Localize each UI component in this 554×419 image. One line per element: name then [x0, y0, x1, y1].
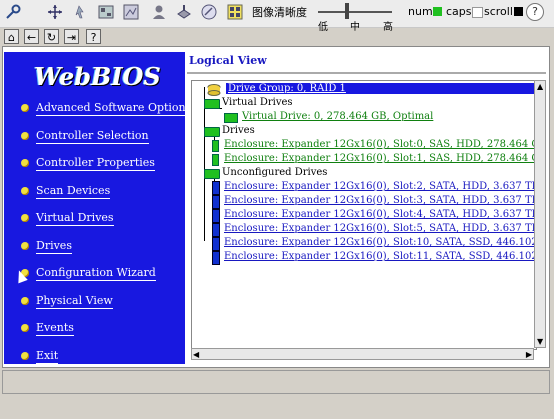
- tree-row-drives[interactable]: Drives: [202, 124, 255, 137]
- bullet-icon: [21, 132, 29, 140]
- tree-row-drive-slot-1[interactable]: Enclosure: Expander 12Gx16(0), Slot:1, S…: [212, 152, 536, 166]
- tree-row-unconfigured-slot-5[interactable]: Enclosure: Expander 12Gx16(0), Slot:5, S…: [212, 222, 537, 237]
- bullet-icon: [21, 352, 29, 360]
- bullet-icon: [21, 214, 29, 222]
- menu-events[interactable]: Events: [21, 320, 74, 336]
- question-icon[interactable]: ?: [86, 29, 101, 44]
- menu-controller-properties[interactable]: Controller Properties: [21, 155, 155, 171]
- disk-icon: [212, 180, 222, 195]
- virtual-drive-icon: [222, 112, 240, 123]
- horizontal-scrollbar[interactable]: ◀ ▶: [191, 348, 534, 360]
- pointer-icon[interactable]: [72, 3, 90, 21]
- move-icon[interactable]: [46, 3, 64, 21]
- logical-tree: Drive Group: 0, RAID 1 Virtual Drives Vi…: [191, 80, 537, 350]
- vertical-scrollbar[interactable]: ▲ ▼: [534, 80, 546, 348]
- quality-slider-thumb[interactable]: [345, 3, 349, 19]
- num-lock-indicator: [433, 7, 442, 16]
- menu-drives[interactable]: Drives: [21, 238, 72, 254]
- tree-label: Enclosure: Expander 12Gx16(0), Slot:10, …: [224, 237, 537, 248]
- tree-label: Drive Group: 0, RAID 1: [226, 83, 536, 94]
- status-bar: [2, 370, 550, 394]
- menu-virtual-drives[interactable]: Virtual Drives: [21, 210, 114, 226]
- disk-icon: [212, 236, 222, 251]
- bullet-icon: [21, 324, 29, 332]
- tree-label: Enclosure: Expander 12Gx16(0), Slot:2, S…: [224, 181, 537, 192]
- menu-exit[interactable]: Exit: [21, 348, 59, 364]
- menu-controller-selection[interactable]: Controller Selection: [21, 128, 149, 144]
- drive-group-icon: [206, 83, 224, 96]
- logical-view-panel: Logical View Drive Group: 0, RAID 1 Virt…: [187, 52, 546, 364]
- panel-title: Logical View: [189, 54, 267, 67]
- disk-icon: [212, 250, 222, 265]
- help-icon[interactable]: ?: [526, 3, 544, 21]
- menu-configuration-wizard[interactable]: Configuration Wizard: [21, 265, 156, 281]
- toolbar: 图像清晰度 低 中 高 num caps scroll ?: [0, 0, 554, 33]
- webbios-logo: WebBIOS: [34, 62, 161, 91]
- bullet-icon: [21, 187, 29, 195]
- screenshot-icon[interactable]: [122, 3, 140, 21]
- image-quality-label: 图像清晰度: [252, 6, 307, 19]
- tree-label: Enclosure: Expander 12Gx16(0), Slot:0, S…: [224, 139, 536, 150]
- scroll-lock-label: scroll: [484, 5, 513, 18]
- caps-lock-indicator: [472, 7, 483, 18]
- num-lock-label: num: [408, 5, 433, 18]
- tree-label: Enclosure: Expander 12Gx16(0), Slot:1, S…: [224, 153, 536, 164]
- tree-label: Enclosure: Expander 12Gx16(0), Slot:11, …: [224, 251, 537, 262]
- tree-row-unconfigured-slot-3[interactable]: Enclosure: Expander 12Gx16(0), Slot:3, S…: [212, 194, 537, 209]
- tree-row-unconfigured-slot-2[interactable]: Enclosure: Expander 12Gx16(0), Slot:2, S…: [212, 180, 537, 195]
- bullet-icon: [21, 159, 29, 167]
- record-icon[interactable]: [200, 3, 218, 21]
- tree-row-virtual-drives[interactable]: Virtual Drives: [202, 96, 293, 109]
- tools-icon[interactable]: [97, 3, 115, 21]
- tree-row-unconfigured-slot-4[interactable]: Enclosure: Expander 12Gx16(0), Slot:4, S…: [212, 208, 537, 223]
- user-icon[interactable]: [150, 3, 168, 21]
- menu-scan-devices[interactable]: Scan Devices: [21, 183, 111, 199]
- tree-row-unconfigured-drives[interactable]: Unconfigured Drives: [202, 166, 327, 179]
- tree-label: Virtual Drive: 0, 278.464 GB, Optimal: [242, 111, 434, 122]
- tree-label: Drives: [222, 125, 255, 136]
- scroll-left-icon[interactable]: ◀: [193, 350, 199, 359]
- disk-icon: [212, 153, 222, 166]
- disk-icon: [212, 194, 222, 209]
- scroll-lock-indicator: [514, 7, 523, 16]
- disk-icon: [212, 139, 222, 152]
- disk-icon: [212, 222, 222, 237]
- scroll-right-icon[interactable]: ▶: [526, 350, 532, 359]
- tree-label: Enclosure: Expander 12Gx16(0), Slot:4, S…: [224, 209, 537, 220]
- back-icon[interactable]: ←: [24, 29, 39, 44]
- disk-icon[interactable]: [175, 3, 193, 21]
- tree-row-unconfigured-slot-10[interactable]: Enclosure: Expander 12Gx16(0), Slot:10, …: [212, 236, 537, 251]
- disk-icon: [212, 208, 222, 223]
- tree-row-unconfigured-slot-11[interactable]: Enclosure: Expander 12Gx16(0), Slot:11, …: [212, 250, 537, 265]
- exit-icon[interactable]: ⇥: [64, 29, 79, 44]
- scroll-down-icon[interactable]: ▼: [537, 337, 543, 346]
- bullet-icon: [21, 242, 29, 250]
- folder-icon: [202, 126, 220, 137]
- bottom-bar: [0, 396, 554, 419]
- sidebar: WebBIOS Advanced Software Options Contro…: [4, 52, 192, 364]
- folder-icon: [202, 168, 220, 179]
- tree-row-drive-group[interactable]: Drive Group: 0, RAID 1: [206, 82, 536, 96]
- menu-advanced-software-options[interactable]: Advanced Software Options: [21, 100, 192, 116]
- menu-physical-view[interactable]: Physical View: [21, 293, 113, 309]
- webbios-nav-row: ⌂ ← ↻ ⇥ ?: [0, 28, 554, 46]
- quality-slider[interactable]: [318, 11, 392, 13]
- tree-label: Unconfigured Drives: [222, 167, 328, 178]
- caps-lock-label: caps: [446, 5, 472, 18]
- bullet-icon: [21, 104, 29, 112]
- tree-row-virtual-drive-0[interactable]: Virtual Drive: 0, 278.464 GB, Optimal: [222, 110, 433, 123]
- title-divider: [187, 72, 546, 74]
- folder-icon: [202, 98, 220, 109]
- home-icon[interactable]: ⌂: [4, 29, 19, 44]
- gear-icon[interactable]: [226, 3, 244, 21]
- refresh-icon[interactable]: ↻: [44, 29, 59, 44]
- bullet-icon: [21, 297, 29, 305]
- tree-label: Virtual Drives: [222, 97, 293, 108]
- key-icon[interactable]: [4, 3, 22, 21]
- tree-label: Enclosure: Expander 12Gx16(0), Slot:3, S…: [224, 195, 537, 206]
- scroll-up-icon[interactable]: ▲: [537, 82, 543, 91]
- tree-row-drive-slot-0[interactable]: Enclosure: Expander 12Gx16(0), Slot:0, S…: [212, 138, 536, 152]
- tree-label: Enclosure: Expander 12Gx16(0), Slot:5, S…: [224, 223, 537, 234]
